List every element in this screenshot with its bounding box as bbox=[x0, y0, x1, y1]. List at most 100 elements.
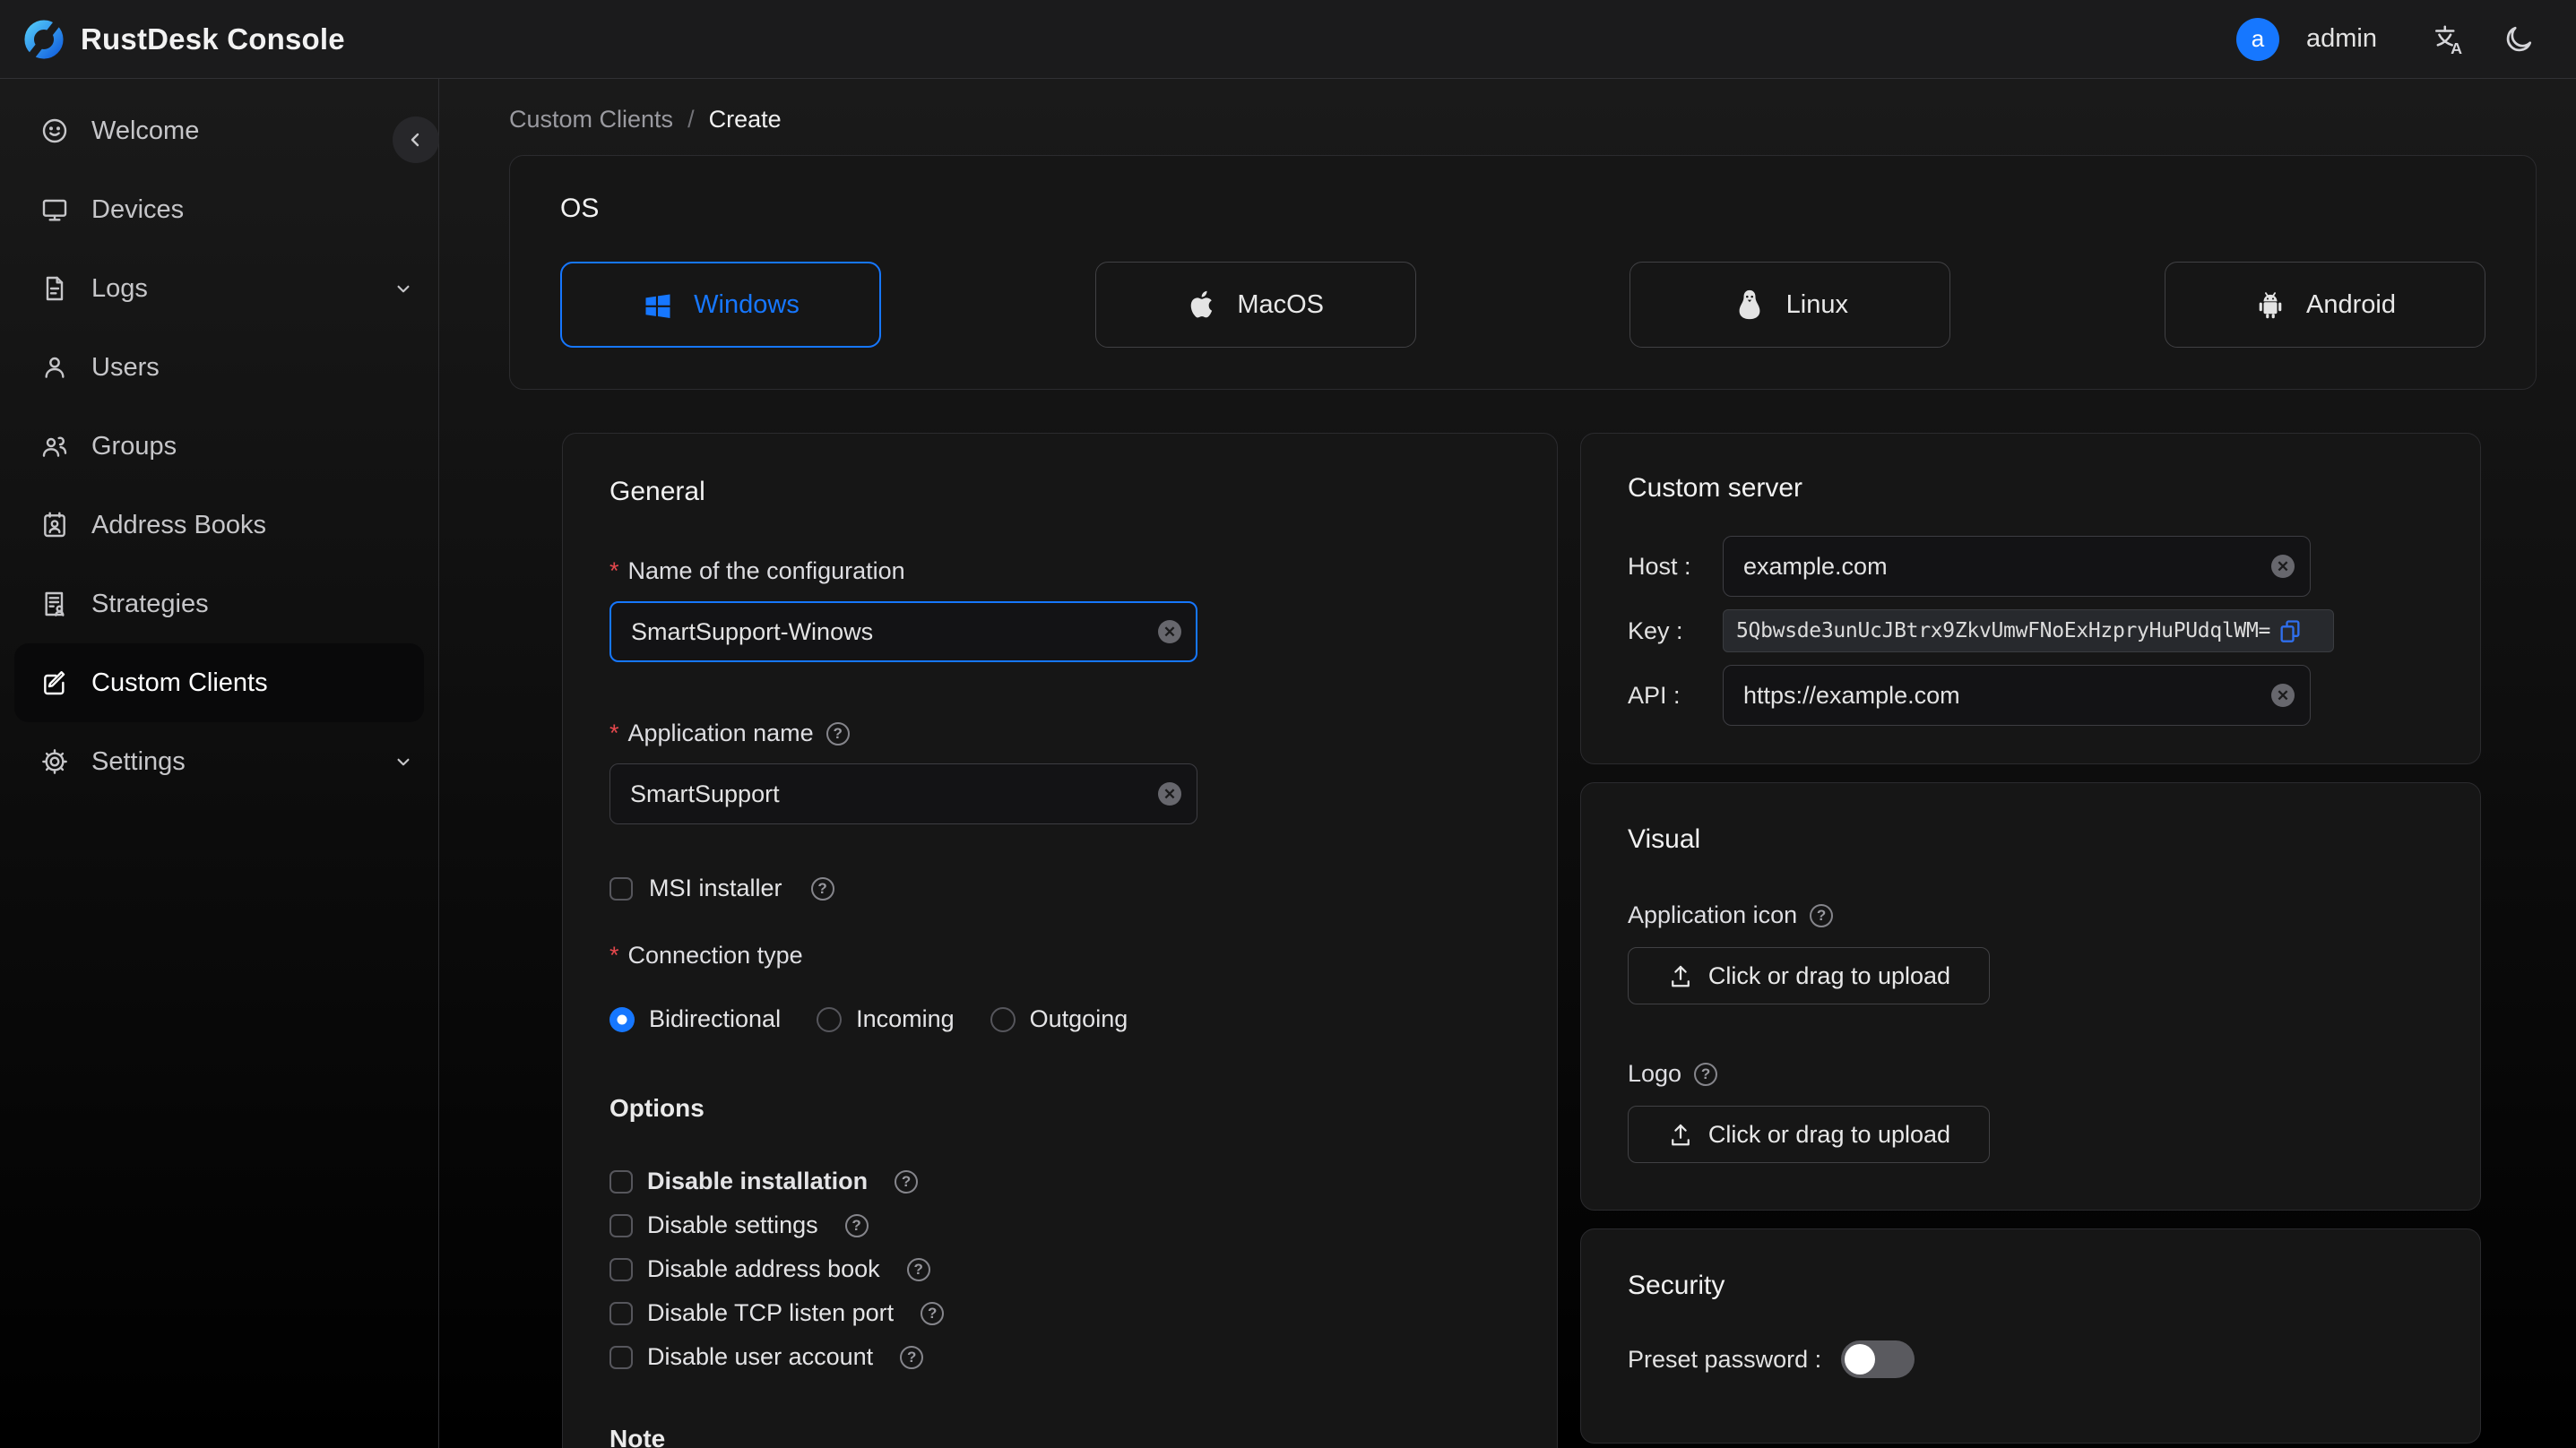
sidebar-item-settings[interactable]: Settings bbox=[0, 722, 438, 801]
sidebar-item-welcome[interactable]: Welcome bbox=[0, 91, 438, 170]
disable-settings-checkbox[interactable] bbox=[609, 1213, 633, 1237]
disable-user-account-checkbox[interactable] bbox=[609, 1345, 633, 1369]
svg-text:A: A bbox=[2451, 39, 2462, 56]
connection-type-label-text: Connection type bbox=[627, 942, 803, 969]
radio-bidirectional[interactable]: Bidirectional bbox=[609, 1005, 781, 1033]
help-icon[interactable]: ? bbox=[844, 1213, 869, 1237]
user-icon bbox=[39, 352, 70, 383]
upload-icon bbox=[1672, 1124, 1690, 1146]
sidebar-item-groups[interactable]: Groups bbox=[0, 407, 438, 486]
radio-incoming[interactable]: Incoming bbox=[817, 1005, 955, 1033]
host-field: ✕ bbox=[1723, 536, 2311, 597]
top-bar-right: a admin A bbox=[2236, 17, 2540, 61]
config-name-input[interactable] bbox=[609, 601, 1197, 662]
sidebar-item-logs[interactable]: Logs bbox=[0, 249, 438, 328]
sidebar-item-label: Custom Clients bbox=[91, 668, 268, 697]
disable-installation-checkbox[interactable] bbox=[609, 1169, 633, 1194]
os-card: OS Windows MacOS Linux Android bbox=[509, 155, 2537, 390]
sidebar-item-custom-clients[interactable]: Custom Clients bbox=[14, 643, 424, 722]
clear-icon[interactable]: ✕ bbox=[2271, 555, 2295, 578]
app-icon-upload-button[interactable]: Click or drag to upload bbox=[1628, 947, 1990, 1004]
rustdesk-console-app: RustDesk Console a admin A Welcome Devic… bbox=[0, 0, 2576, 1448]
theme-toggle-button[interactable] bbox=[2497, 18, 2540, 61]
os-option-label: Windows bbox=[694, 289, 800, 319]
api-row: API : ✕ bbox=[1628, 665, 2433, 726]
toggle-knob bbox=[1845, 1344, 1876, 1375]
preset-password-toggle[interactable] bbox=[1841, 1340, 1915, 1378]
monitor-icon bbox=[39, 194, 70, 225]
rustdesk-logo-icon bbox=[24, 18, 64, 60]
sidebar-item-label: Devices bbox=[91, 194, 185, 224]
os-option-linux[interactable]: Linux bbox=[1629, 262, 1951, 348]
help-icon[interactable]: ? bbox=[895, 1169, 919, 1194]
sidebar-item-label: Users bbox=[91, 352, 160, 382]
help-icon[interactable]: ? bbox=[826, 721, 850, 746]
avatar[interactable]: a bbox=[2236, 17, 2279, 61]
help-icon[interactable]: ? bbox=[1810, 903, 1834, 927]
sidebar-collapse-button[interactable] bbox=[393, 116, 439, 163]
option-row: Disable address book ? bbox=[609, 1255, 1510, 1283]
address-book-icon bbox=[39, 510, 70, 540]
upload-icon bbox=[1672, 965, 1690, 987]
sidebar-item-label: Settings bbox=[91, 746, 186, 776]
os-option-windows[interactable]: Windows bbox=[560, 262, 881, 348]
application-icon-label: Application icon ? bbox=[1628, 901, 2433, 929]
logo-upload-button[interactable]: Click or drag to upload bbox=[1628, 1106, 1990, 1163]
right-column: Custom server Host : ✕ Key : 5Qbwsde3 bbox=[1580, 433, 2481, 1444]
users-icon bbox=[39, 431, 70, 461]
application-name-label: Application name ? bbox=[609, 720, 1510, 747]
radio-outgoing[interactable]: Outgoing bbox=[990, 1005, 1128, 1033]
application-name-input[interactable] bbox=[609, 763, 1197, 824]
sidebar: Welcome Devices Logs Users Groups Addres… bbox=[0, 79, 439, 1448]
radio-label: Outgoing bbox=[1029, 1005, 1128, 1032]
clear-icon[interactable]: ✕ bbox=[1158, 782, 1181, 806]
radio-label: Incoming bbox=[856, 1005, 955, 1032]
sidebar-item-devices[interactable]: Devices bbox=[0, 170, 438, 249]
custom-server-title: Custom server bbox=[1628, 473, 1803, 503]
note-label: Note bbox=[609, 1425, 666, 1448]
api-input[interactable] bbox=[1723, 665, 2311, 726]
option-label: Disable address book bbox=[647, 1255, 880, 1282]
help-icon[interactable]: ? bbox=[810, 876, 834, 901]
option-label: Disable installation bbox=[647, 1168, 869, 1194]
language-button[interactable]: A bbox=[2427, 18, 2470, 61]
help-icon[interactable]: ? bbox=[900, 1345, 924, 1369]
host-input[interactable] bbox=[1723, 536, 2311, 597]
api-label: API : bbox=[1628, 681, 1681, 709]
sidebar-item-address-books[interactable]: Address Books bbox=[0, 486, 438, 565]
sidebar-item-strategies[interactable]: Strategies bbox=[0, 565, 438, 643]
clear-icon[interactable]: ✕ bbox=[1158, 620, 1181, 643]
sidebar-item-users[interactable]: Users bbox=[0, 328, 438, 407]
msi-installer-label: MSI installer bbox=[649, 875, 782, 901]
radio-icon bbox=[990, 1006, 1016, 1032]
visual-card: Visual Application icon ? Click or drag … bbox=[1580, 782, 2481, 1211]
clear-icon[interactable]: ✕ bbox=[2271, 684, 2295, 707]
config-name-field: ✕ bbox=[609, 601, 1197, 662]
os-option-android[interactable]: Android bbox=[2164, 262, 2485, 348]
logo-label-text: Logo bbox=[1628, 1060, 1682, 1087]
gear-icon bbox=[39, 746, 70, 777]
radio-selected-icon bbox=[609, 1006, 635, 1032]
key-value: 5Qbwsde3unUcJBtrx9ZkvUmwFNoExHzpryHuPUdq… bbox=[1736, 619, 2271, 642]
options-title: Options bbox=[609, 1094, 705, 1122]
logo-label: Logo ? bbox=[1628, 1060, 2433, 1088]
app-title: RustDesk Console bbox=[81, 22, 345, 56]
copy-icon[interactable] bbox=[2278, 618, 2303, 643]
msi-installer-checkbox[interactable] bbox=[609, 876, 633, 901]
security-card: Security Preset password : bbox=[1580, 1228, 2481, 1444]
general-card: General Name of the configuration ✕ Appl… bbox=[562, 433, 1558, 1448]
user-name[interactable]: admin bbox=[2306, 24, 2377, 54]
os-option-label: Android bbox=[2305, 289, 2396, 319]
help-icon[interactable]: ? bbox=[921, 1301, 945, 1325]
windows-icon bbox=[645, 294, 670, 318]
linux-tux-icon bbox=[1739, 289, 1760, 320]
os-option-macos[interactable]: MacOS bbox=[1094, 262, 1416, 348]
disable-address-book-checkbox[interactable] bbox=[609, 1257, 633, 1281]
breadcrumb-parent[interactable]: Custom Clients bbox=[509, 106, 673, 134]
application-icon-label-text: Application icon bbox=[1628, 901, 1798, 928]
disable-tcp-listen-port-checkbox[interactable] bbox=[609, 1301, 633, 1325]
help-icon[interactable]: ? bbox=[1694, 1062, 1718, 1086]
sidebar-item-label: Welcome bbox=[91, 116, 200, 145]
avatar-initial: a bbox=[2251, 25, 2265, 52]
help-icon[interactable]: ? bbox=[906, 1257, 930, 1281]
